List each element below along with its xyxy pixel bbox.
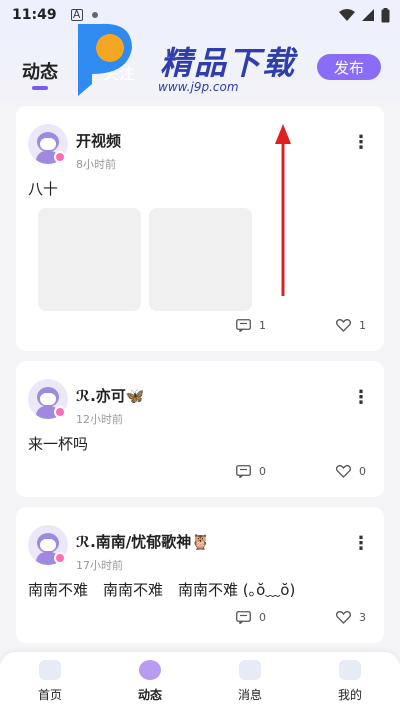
watermark-p-icon	[78, 23, 132, 96]
active-tab-indicator	[32, 86, 48, 90]
comment-icon	[236, 319, 251, 332]
like-button[interactable]: 0	[336, 465, 366, 478]
post-time: 12小时前	[76, 413, 123, 426]
like-count: 1	[359, 319, 366, 332]
post-content: 八十	[28, 180, 59, 198]
profile-icon	[339, 660, 361, 680]
nav-label: 我的	[337, 688, 362, 702]
post-username[interactable]: 开视频	[76, 130, 121, 151]
status-right-icons	[339, 7, 390, 23]
post-actions: 0 3	[16, 611, 384, 629]
watermark-url: www.j9p.com	[158, 80, 239, 94]
bottom-navigation: 首页 动态 消息 我的	[0, 652, 400, 712]
status-time: 11:49	[12, 7, 57, 23]
planet-icon	[139, 660, 161, 680]
more-options-icon[interactable]: ⋮	[352, 535, 370, 553]
post-time: 8小时前	[76, 158, 116, 171]
post-username[interactable]: ℛ.南南/忧郁歌神🦉	[76, 531, 210, 552]
nav-item-home[interactable]: 首页	[10, 660, 90, 703]
nav-label: 消息	[237, 688, 262, 702]
annotation-arrow-icon	[275, 124, 291, 296]
heart-icon	[336, 611, 351, 624]
heart-icon	[336, 465, 351, 478]
app-screen: 11:49 A 动态 关注 发布 精品下载 www.j9p.com 开视频 8小…	[0, 0, 400, 712]
heart-icon	[336, 319, 351, 332]
watermark-text: 精品下载	[160, 44, 297, 82]
more-options-icon[interactable]: ⋮	[352, 134, 370, 152]
post-content: 来一杯吗	[28, 435, 89, 453]
like-button[interactable]: 3	[336, 611, 366, 624]
message-icon	[239, 660, 261, 680]
post-actions: 0 0	[16, 465, 384, 483]
post-card[interactable]: ℛ.亦可🦋 12小时前 ⋮ 来一杯吗 0 0	[16, 361, 384, 497]
nav-item-messages[interactable]: 消息	[210, 660, 290, 703]
post-actions: 1 1	[16, 319, 384, 337]
nav-label: 首页	[37, 688, 62, 702]
post-card[interactable]: 开视频 8小时前 ⋮ 八十 1 1	[16, 106, 384, 351]
wifi-icon	[339, 9, 355, 21]
post-time: 17小时前	[76, 559, 123, 572]
battery-icon	[381, 7, 390, 22]
post-image[interactable]	[149, 208, 252, 311]
like-count: 0	[359, 465, 366, 478]
gender-badge-icon	[54, 151, 66, 163]
comment-button[interactable]: 0	[236, 465, 266, 478]
more-options-icon[interactable]: ⋮	[352, 389, 370, 407]
nav-item-profile[interactable]: 我的	[310, 660, 390, 703]
post-card[interactable]: ℛ.南南/忧郁歌神🦉 17小时前 ⋮ 南南不难 南南不难 南南不难 (｡ŏ﹏ŏ)…	[16, 507, 384, 643]
comment-count: 0	[259, 611, 266, 624]
comment-button[interactable]: 1	[236, 319, 266, 332]
comment-icon	[236, 611, 251, 624]
tab-dynamic[interactable]: 动态	[22, 58, 58, 84]
like-button[interactable]: 1	[336, 319, 366, 332]
comment-count: 0	[259, 465, 266, 478]
post-username[interactable]: ℛ.亦可🦋	[76, 385, 144, 406]
comment-count: 1	[259, 319, 266, 332]
gender-badge-icon	[54, 552, 66, 564]
signal-icon	[362, 9, 374, 21]
post-content: 南南不难 南南不难 南南不难 (｡ŏ﹏ŏ)	[28, 581, 296, 599]
like-count: 3	[359, 611, 366, 624]
post-image[interactable]	[38, 208, 141, 311]
comment-button[interactable]: 0	[236, 611, 266, 624]
home-icon	[39, 660, 61, 680]
status-bar: 11:49 A	[0, 0, 400, 30]
nav-label: 动态	[137, 688, 162, 702]
comment-icon	[236, 465, 251, 478]
nav-item-dynamic[interactable]: 动态	[110, 660, 190, 703]
post-feed: 开视频 8小时前 ⋮ 八十 1 1 ℛ.亦可🦋 12小时前 ⋮ 来一杯吗 0 0…	[16, 106, 384, 653]
gender-badge-icon	[54, 406, 66, 418]
